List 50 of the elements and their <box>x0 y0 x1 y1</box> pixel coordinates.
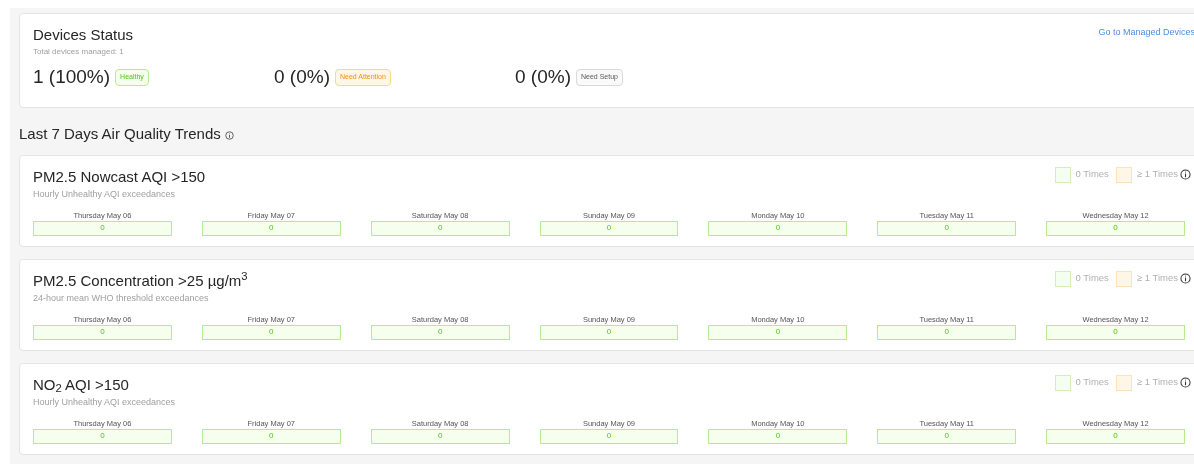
card-subtitle: Hourly Unhealthy AQI exceedances <box>33 395 176 408</box>
day-count: 0 <box>33 324 172 340</box>
day-count: 0 <box>708 428 848 444</box>
device-count: 0 (0%) <box>274 65 330 89</box>
card-subtitle: Hourly Unhealthy AQI exceedances <box>33 187 177 200</box>
day-count: 0 <box>201 220 341 236</box>
info-icon <box>1180 377 1191 388</box>
info-icon <box>1180 273 1191 284</box>
day-count: 0 <box>1046 428 1185 444</box>
device-count: 0 (0%) <box>515 65 571 89</box>
day-count: 0 <box>201 324 341 340</box>
legend-swatch <box>1054 166 1071 183</box>
day-count: 0 <box>877 220 1017 236</box>
section-heading: Last 7 Days Air Quality Trends <box>19 124 221 144</box>
day-count: 0 <box>370 220 510 236</box>
legend-swatch <box>1054 374 1071 391</box>
day-count: 0 <box>539 220 679 236</box>
day-count: 0 <box>1046 220 1185 236</box>
legend-label: 0 Times <box>1075 271 1109 286</box>
legend-swatch <box>1115 374 1132 391</box>
day-count: 0 <box>370 428 510 444</box>
day-count: 0 <box>33 428 172 444</box>
legend-swatch <box>1054 270 1071 287</box>
legend-label: ≥ 1 Times <box>1136 271 1178 286</box>
card-title: PM2.5 Concentration >25 µg/m$^{3}$ <box>33 269 248 291</box>
legend-label: ≥ 1 Times <box>1136 167 1178 182</box>
device-count: 1 (100%) <box>33 65 111 89</box>
day-count: 0 <box>370 324 510 340</box>
day-count: 0 <box>708 324 848 340</box>
legend-label: 0 Times <box>1075 167 1109 182</box>
day-count: 0 <box>1046 324 1185 340</box>
legend-label: ≥ 1 Times <box>1136 375 1178 390</box>
legend-swatch <box>1115 270 1132 287</box>
card-subtitle: 24-hour mean WHO threshold exceedances <box>33 291 210 304</box>
day-count: 0 <box>708 220 848 236</box>
info-icon <box>1180 169 1191 180</box>
day-count: 0 <box>877 428 1017 444</box>
day-count: 0 <box>539 428 679 444</box>
legend-label: 0 Times <box>1075 375 1109 390</box>
info-icon <box>224 131 234 141</box>
day-count: 0 <box>539 324 679 340</box>
day-count: 0 <box>33 220 172 236</box>
managed-devices-link[interactable]: Go to Managed Devices <box>1098 26 1194 40</box>
day-count: 0 <box>877 324 1017 340</box>
card-title: Devices Status <box>33 25 135 45</box>
day-count: 0 <box>201 428 341 444</box>
card-title: PM2.5 Nowcast AQI >150 <box>33 166 206 187</box>
card-subtitle: Total devices managed: 1 <box>33 46 125 57</box>
legend-swatch <box>1115 166 1132 183</box>
card-title: NO$_{2}$ AQI >150 <box>33 374 130 396</box>
